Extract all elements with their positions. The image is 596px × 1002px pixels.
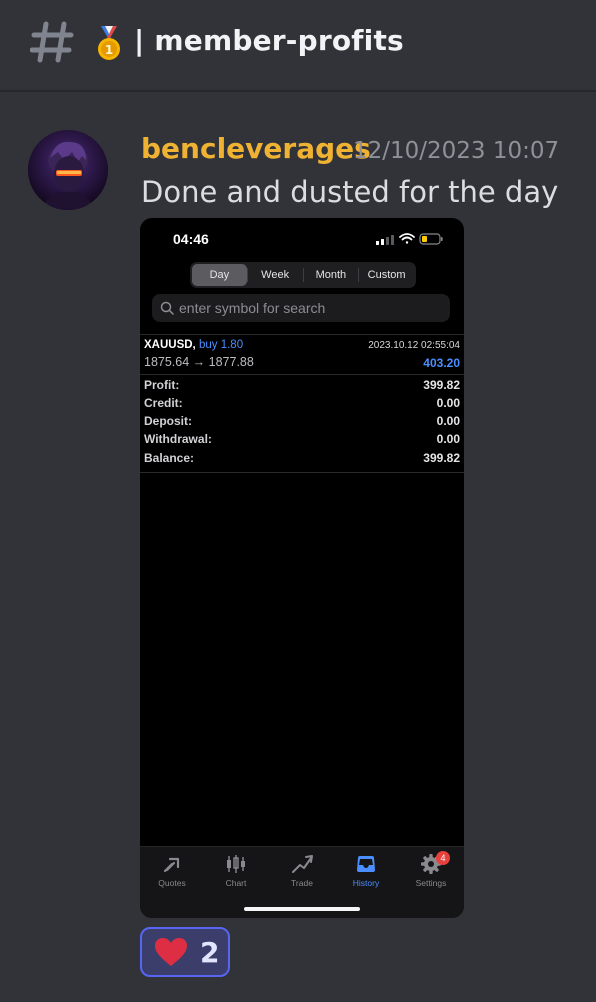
tab-week[interactable]: Week: [248, 264, 303, 286]
channel-header: 1 | member-profits: [0, 0, 596, 92]
avatar-image: [28, 130, 108, 210]
channel-title: | member-profits: [134, 24, 404, 57]
deal-direction: buy 1.80: [198, 339, 244, 351]
wifi-icon: [399, 233, 415, 244]
reaction-count: 2: [200, 935, 220, 969]
summary-row-deposit: Deposit: 0.00: [144, 414, 460, 428]
search-placeholder: enter symbol for search: [179, 300, 326, 316]
message-timestamp: 12/10/2023 10:07: [353, 138, 560, 164]
deal-datetime: 2023.10.12 02:55:04: [368, 340, 460, 351]
nav-chart[interactable]: Chart: [204, 853, 268, 893]
message-text: Done and dusted for the day: [141, 175, 559, 209]
reaction-heart[interactable]: 2: [140, 927, 230, 977]
status-icons: [376, 233, 443, 245]
attachment-image[interactable]: 04:46 Day Week Month Custom enter symbol…: [140, 218, 464, 918]
hash-icon: [30, 21, 74, 63]
gold-medal-icon: 1: [98, 26, 120, 60]
trade-icon: [292, 855, 313, 873]
summary-row-credit: Credit: 0.00: [144, 396, 460, 410]
deal-symbol-text: XAUUSD,: [144, 339, 196, 351]
summary-row-withdrawal: Withdrawal: 0.00: [144, 432, 460, 446]
tab-month[interactable]: Month: [304, 264, 359, 286]
home-indicator: [244, 907, 360, 911]
heart-icon: [155, 938, 187, 966]
battery-icon: [419, 233, 443, 245]
deal-symbol[interactable]: XAUUSD, buy 1.80: [144, 339, 243, 351]
deal-prices: 1875.64 → 1877.88: [144, 355, 254, 369]
nav-trade[interactable]: Trade: [270, 853, 334, 893]
deal-profit: 403.20: [423, 356, 460, 370]
tab-custom[interactable]: Custom: [359, 264, 414, 286]
tab-day[interactable]: Day: [192, 264, 247, 286]
candlestick-icon: [227, 855, 245, 873]
quotes-icon: [163, 857, 180, 873]
period-segmented-control: Day Week Month Custom: [190, 262, 416, 288]
summary-row-balance: Balance: 399.82: [144, 451, 460, 465]
summary-row-profit: Profit: 399.82: [144, 378, 460, 392]
symbol-search-input[interactable]: enter symbol for search: [152, 294, 450, 322]
title-separator: |: [134, 24, 145, 57]
svg-text:1: 1: [105, 43, 113, 57]
nav-history[interactable]: History: [334, 853, 398, 893]
channel-name: member-profits: [154, 24, 404, 57]
settings-badge: 4: [436, 851, 450, 865]
avatar[interactable]: [28, 130, 108, 210]
signal-icon: [376, 235, 394, 245]
inbox-icon: [357, 856, 375, 872]
author-name[interactable]: bencleverages: [141, 132, 371, 165]
divider: [140, 472, 464, 473]
nav-quotes[interactable]: Quotes: [140, 853, 204, 893]
search-icon: [160, 301, 174, 315]
divider: [140, 334, 464, 335]
status-time: 04:46: [173, 231, 209, 247]
nav-settings[interactable]: 4 Settings: [399, 851, 463, 893]
divider: [140, 374, 464, 375]
